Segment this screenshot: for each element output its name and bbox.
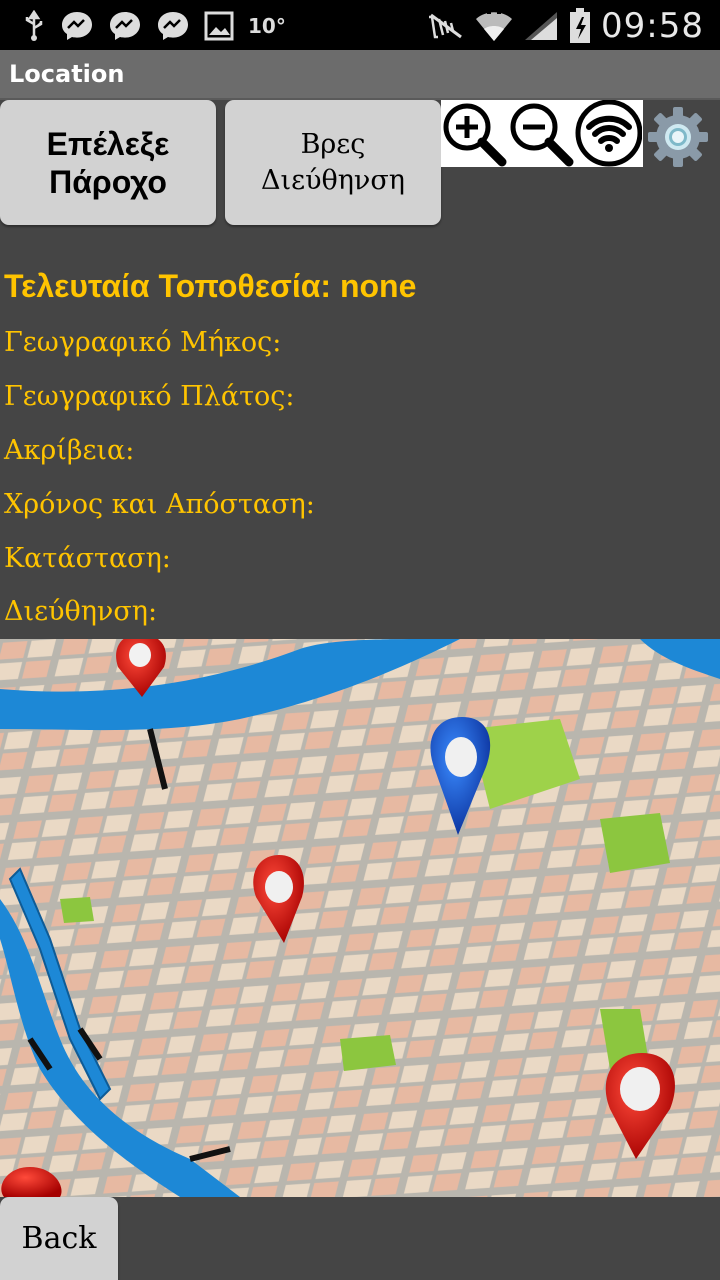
latitude-label: Γεωγραφικό Πλάτος: <box>4 381 295 412</box>
wifi-icon <box>475 9 513 43</box>
clock-text: 09:58 <box>601 6 704 46</box>
find-address-button[interactable]: Βρες Διεύθηνση <box>225 100 441 225</box>
messenger-icon <box>108 9 142 43</box>
zoom-out-icon[interactable] <box>508 100 575 167</box>
system-icons: 09:58 <box>425 6 704 46</box>
back-button[interactable]: Back <box>0 1197 118 1280</box>
status-bar: 10° 09:58 <box>0 0 720 50</box>
map-image <box>0 639 720 1197</box>
wifi-icon[interactable] <box>575 99 643 167</box>
zoom-in-icon[interactable] <box>441 100 508 167</box>
gallery-icon <box>204 11 234 41</box>
messenger-icon <box>60 9 94 43</box>
temperature-text: 10° <box>248 14 286 38</box>
time-distance-label: Χρόνος και Απόσταση: <box>4 489 315 520</box>
map-toolbar <box>441 99 643 167</box>
signal-icon <box>523 10 559 42</box>
usb-icon <box>22 10 46 42</box>
status-label: Κατάσταση: <box>4 543 171 574</box>
last-location-label: Τελευταία Τοποθεσία: none <box>4 268 417 304</box>
action-bar: Location <box>0 50 720 100</box>
battery-icon <box>569 8 591 44</box>
address-label: Διεύθηνση: <box>4 596 158 627</box>
longitude-label: Γεωγραφικό Μήκος: <box>4 327 282 358</box>
notification-icons: 10° <box>22 8 286 44</box>
select-provider-button[interactable]: Επέλεξε Πάροχο <box>0 100 216 225</box>
accuracy-label: Ακρίβεια: <box>4 435 135 466</box>
settings-icon[interactable] <box>645 104 711 170</box>
page-title: Location <box>9 60 125 88</box>
messenger-icon <box>156 9 190 43</box>
mute-icon <box>425 11 465 41</box>
